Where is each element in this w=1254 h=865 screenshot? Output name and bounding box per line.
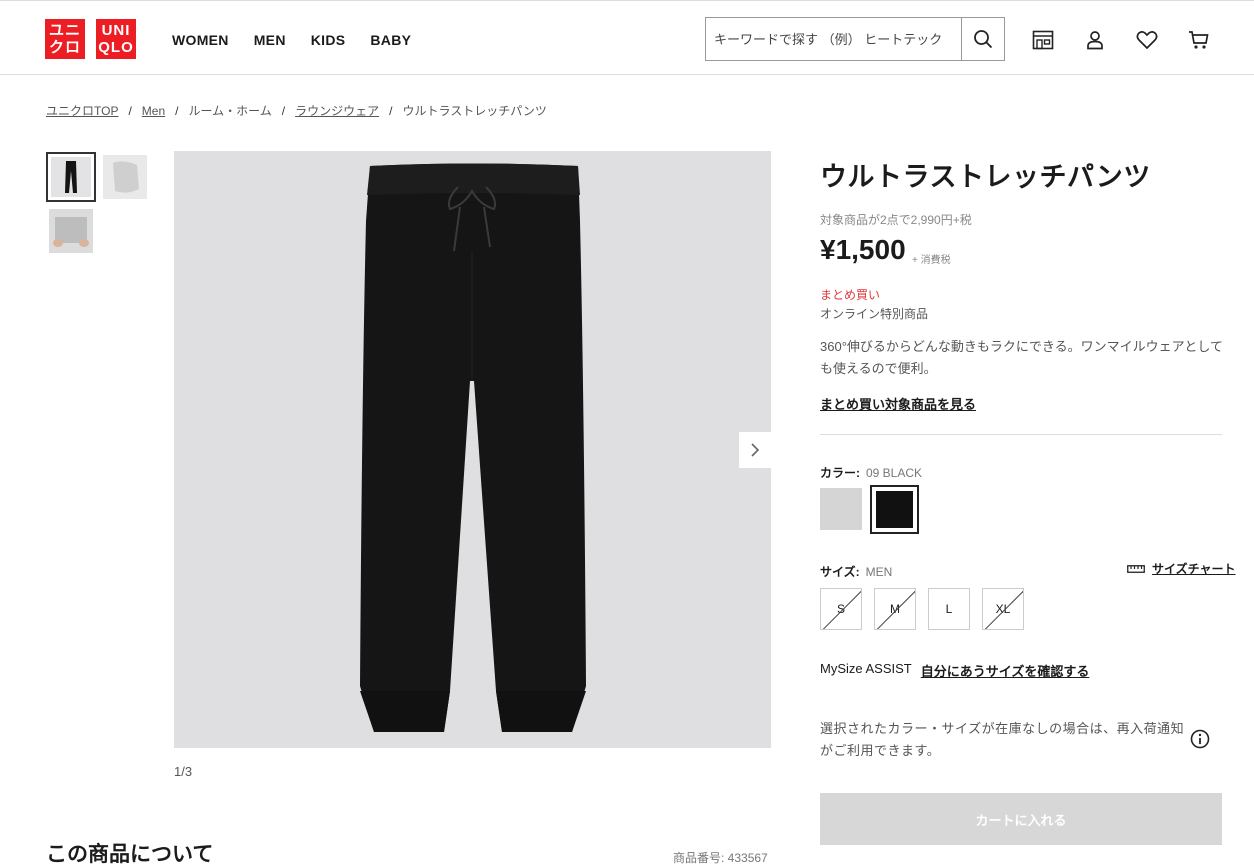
size-chart-label: サイズチャート [1152, 562, 1236, 576]
main-nav: WOMEN MEN KIDS BABY [172, 32, 436, 48]
breadcrumb-separator: / [389, 103, 393, 118]
breadcrumb: ユニクロTOP / Men / ルーム・ホーム / ラウンジウェア / ウルトラ… [46, 102, 547, 119]
search-button[interactable] [961, 18, 1004, 60]
breadcrumb-room-home[interactable]: ルーム・ホーム [188, 102, 271, 119]
color-label: カラー: [820, 466, 860, 480]
size-option-m[interactable]: M [874, 588, 916, 630]
gray-pants-thumbnail-icon [113, 161, 139, 193]
thumbnail-black-pants[interactable] [46, 152, 96, 202]
product-number: 商品番号: 433567 [673, 851, 768, 865]
about-heading: この商品について [46, 843, 214, 865]
promo-text: 対象商品が2点で2,990円+税 [820, 213, 972, 227]
add-to-cart-button[interactable]: カートに入れる [820, 793, 1222, 845]
account-button[interactable] [1084, 29, 1106, 51]
bundle-items-link[interactable]: まとめ買い対象商品を見る [820, 394, 976, 413]
store-icon [1032, 30, 1054, 50]
cart-icon [1189, 31, 1209, 49]
image-pager: 1/3 [174, 764, 193, 779]
uniqlo-logo[interactable]: UNI QLO [96, 19, 136, 59]
size-option-s[interactable]: S [820, 588, 862, 630]
size-value: MEN [865, 565, 893, 579]
search-icon [974, 30, 993, 49]
unavailable-strike [876, 589, 915, 629]
mysize-link[interactable]: 自分にあうサイズを確認する [921, 661, 1090, 680]
breadcrumb-loungewear[interactable]: ラウンジウェア [295, 102, 379, 119]
thumbnail-image [103, 155, 147, 199]
mysize-assist: MySize ASSIST 自分にあうサイズを確認する [820, 661, 1089, 680]
size-label-row: サイズ: MEN [820, 563, 892, 580]
image-next-button[interactable] [739, 432, 771, 468]
chevron-right-icon [751, 443, 760, 457]
stretch-thumbnail-icon [53, 217, 89, 247]
size-option-l[interactable]: L [928, 588, 970, 630]
bundle-badge: まとめ買い [820, 288, 881, 302]
product-price: ¥1,500 [820, 234, 906, 265]
color-value: 09 BLACK [866, 466, 923, 480]
swatch-fill [876, 491, 913, 528]
color-swatch-gray[interactable] [820, 488, 862, 530]
breadcrumb-separator: / [281, 103, 286, 118]
product-title: ウルトラストレッチパンツ [820, 162, 1151, 192]
nav-kids[interactable]: KIDS [311, 32, 346, 48]
cart-button-header[interactable] [1188, 29, 1210, 51]
search-box [705, 17, 1005, 61]
size-chart-link[interactable]: サイズチャート [1127, 560, 1236, 577]
black-jogger-pants-image [360, 163, 586, 732]
breadcrumb-separator: / [175, 103, 179, 118]
nav-baby[interactable]: BABY [370, 32, 411, 48]
restock-notice: 選択されたカラー・サイズが在庫なしの場合は、再入荷通知がご利用できます。 [820, 721, 1185, 758]
breadcrumb-top[interactable]: ユニクロTOP [46, 102, 118, 119]
search-input[interactable] [706, 18, 961, 60]
unavailable-strike [822, 589, 861, 629]
thumbnail-image [51, 157, 91, 197]
thumbnail-image [49, 209, 93, 253]
size-label: サイズ: [820, 565, 860, 579]
mysize-label: MySize ASSIST [820, 661, 912, 676]
pants-thumbnail-icon [65, 161, 77, 193]
color-label-row: カラー: 09 BLACK [820, 464, 922, 481]
ruler-icon [1127, 564, 1145, 573]
info-button[interactable] [1190, 729, 1210, 749]
uniqlo-katakana-logo[interactable]: ユニ クロ [45, 19, 85, 59]
thumbnail-gray-pants[interactable] [103, 155, 147, 199]
info-icon [1190, 729, 1210, 749]
product-main-image [174, 151, 771, 748]
wishlist-button[interactable] [1136, 29, 1158, 51]
site-header: ユニ クロ UNI QLO WOMEN MEN KIDS BABY [0, 0, 1254, 75]
online-exclusive-label: オンライン特別商品 [820, 307, 929, 321]
product-description: 360°伸びるからどんな動きもラクにできる。ワンマイルウェアとしても使えるので便… [820, 339, 1223, 376]
size-label-l: L [945, 602, 953, 616]
breadcrumb-separator: / [128, 103, 132, 118]
store-button[interactable] [1032, 29, 1054, 51]
color-swatch-black[interactable] [870, 485, 919, 534]
tax-note: + 消費税 [912, 255, 951, 266]
wishlist-heart-icon [1136, 31, 1158, 50]
size-option-xl[interactable]: XL [982, 588, 1024, 630]
breadcrumb-current: ウルトラストレッチパンツ [402, 104, 547, 118]
account-icon [1087, 31, 1103, 50]
thumbnail-stretch-detail[interactable] [49, 209, 93, 253]
nav-men[interactable]: MEN [254, 32, 286, 48]
nav-women[interactable]: WOMEN [172, 32, 229, 48]
unavailable-strike [984, 589, 1023, 629]
divider [820, 434, 1222, 435]
breadcrumb-men[interactable]: Men [142, 104, 165, 118]
